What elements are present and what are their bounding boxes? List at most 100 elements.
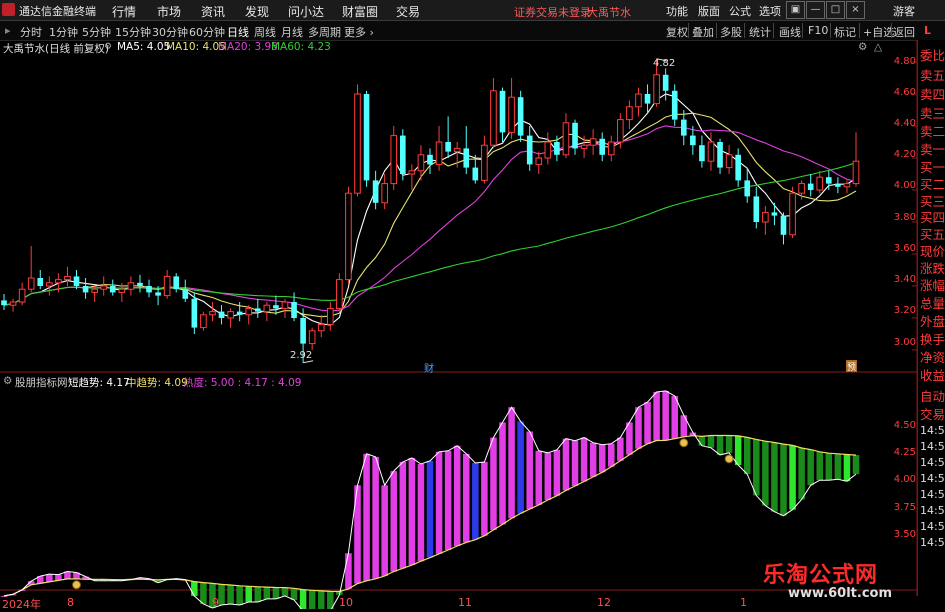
candle-body [707,141,715,162]
candle-body [336,279,343,309]
candle [218,305,225,325]
candle [254,298,261,318]
candle [227,308,234,328]
candle-body [572,122,578,149]
candle-body [780,215,787,235]
candle-body [463,148,470,168]
candle-body [417,154,425,172]
indicator-bar [227,585,234,604]
candle-body [744,180,751,197]
candle-body [717,142,723,168]
indicator-bar [499,422,506,525]
candle-body [771,212,778,216]
candle-body [753,196,760,222]
side-outer[interactable]: 外盘 [920,311,945,330]
candle [18,282,26,306]
indicator-bar [807,449,814,486]
side-time: 14:56 [920,424,945,437]
candle [82,278,89,299]
candle-body [354,93,361,194]
side-netasset[interactable]: 净资 [920,347,945,366]
side-turnover[interactable]: 换手 [920,329,945,348]
side-sell2[interactable]: 卖二 [920,121,945,140]
sub-tick: 3.75 [893,502,916,513]
candle [699,135,705,168]
candle-body [562,122,570,156]
side-sell5[interactable]: 卖五 [920,65,945,84]
candle [9,298,17,312]
side-time: 14:56 [920,488,945,501]
candle-body [173,276,180,290]
side-time: 14:56 [920,536,945,549]
sub-tick: 4.25 [893,447,916,458]
side-earnings[interactable]: 收益 [920,365,945,384]
indicator-bar [680,415,688,437]
candle-body [73,276,80,286]
indicator-bar [798,447,805,500]
candle-body [580,144,588,149]
indicator-bar [508,407,515,519]
candle-body [390,135,398,185]
date-label: 10 [339,596,353,609]
indicator-bar [743,437,751,475]
price-tick: 4.00 [893,180,916,191]
candle [572,119,578,155]
candle [308,327,316,350]
candle-body [445,142,451,152]
indicator-bar [390,471,398,572]
indicator-bar [435,451,443,554]
candle [64,266,71,286]
candle-body [227,311,234,319]
candle-body [18,288,26,303]
candle-body [490,90,497,146]
side-time: 14:56 [920,456,945,469]
side-sell1[interactable]: 卖一 [920,139,945,158]
indicator-bar [789,445,796,510]
side-auto[interactable]: 自动 [920,386,945,405]
candle-body [517,97,524,136]
indicator-bar [608,443,615,467]
indicator-bar [589,442,597,477]
candle [281,298,289,318]
candle [354,84,361,197]
price-tick: 4.20 [893,149,916,160]
candle-body [508,96,515,133]
candle [725,145,733,174]
indicator-bar [707,435,715,448]
candle-body [281,301,289,309]
indicator-bar [771,442,778,512]
candle [182,279,189,302]
forecast-marker[interactable]: 预 [846,360,857,373]
sub-tick: 4.00 [893,474,916,485]
indicator-bar [191,581,198,596]
candle [127,276,135,296]
candle-body [472,167,479,181]
candle-body [273,305,279,309]
side-change-pct[interactable]: 涨幅 [920,275,945,294]
candle-body [37,278,44,286]
finance-marker[interactable]: 财 [424,360,434,375]
side-trade[interactable]: 交易 [920,404,945,423]
indicator-bar [417,463,425,562]
candle-body [807,183,814,190]
indicator-bar [517,421,524,514]
candle [816,170,824,194]
low-marker-line [303,360,314,364]
indicator-bar [698,436,706,446]
candle [589,129,597,155]
date-label: 9 [212,596,219,609]
candle [390,126,398,190]
side-weibi[interactable]: 委比 [920,45,945,64]
candle-body [481,144,488,181]
side-sell3[interactable]: 卖三 [920,103,945,122]
candle-body [245,307,253,316]
candle-body [798,183,805,194]
side-sell4[interactable]: 卖四 [920,84,945,103]
side-volume[interactable]: 总量 [920,293,945,312]
kline-chart[interactable] [0,0,945,609]
candle [46,276,53,296]
candle [173,273,180,293]
candle [771,202,778,226]
candle [735,148,741,187]
candle-body [381,183,388,204]
